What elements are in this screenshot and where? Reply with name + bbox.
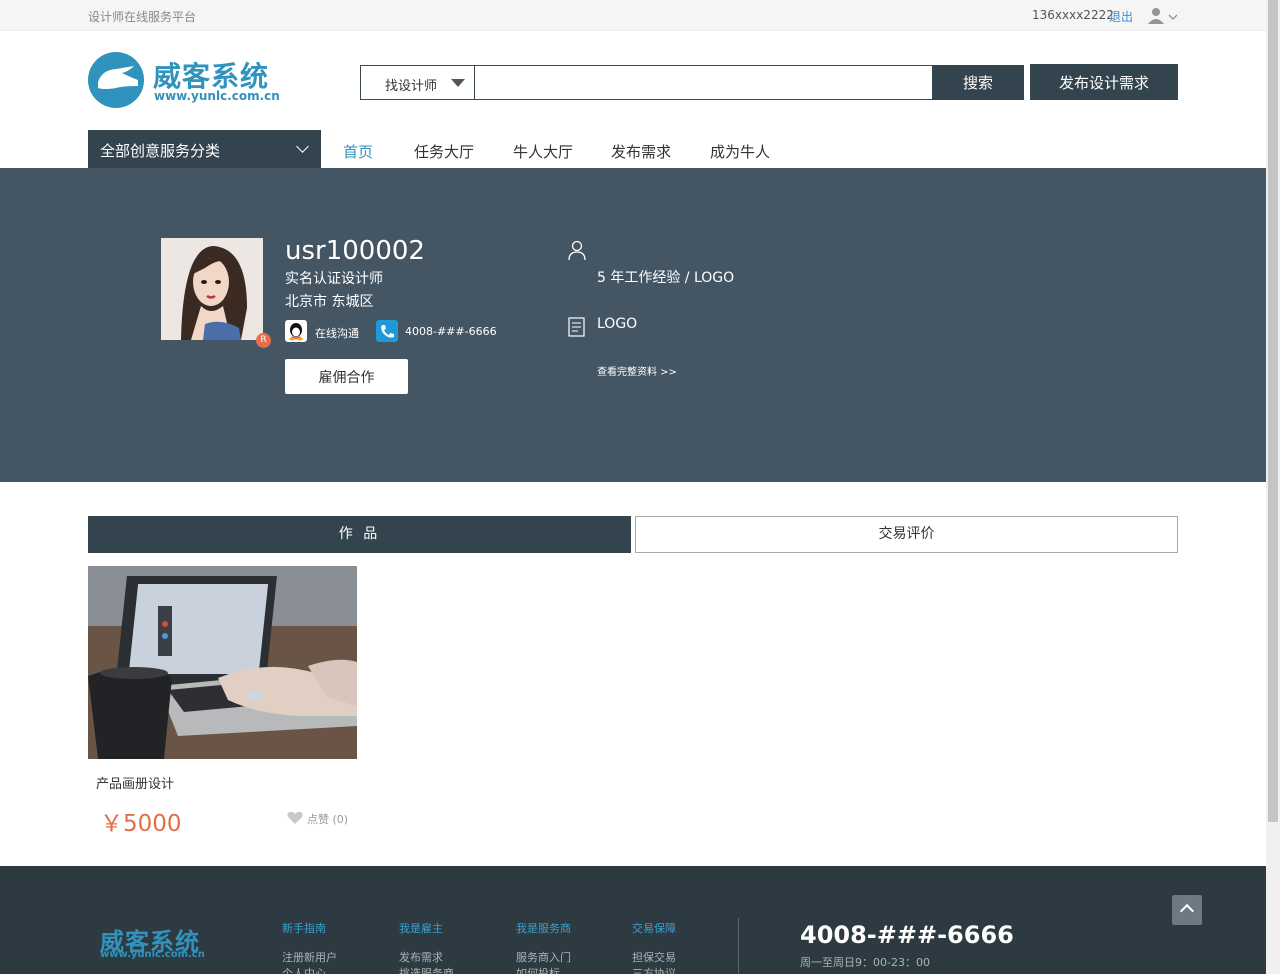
back-to-top-button[interactable] — [1172, 895, 1202, 925]
work-title[interactable]: 产品画册设计 — [96, 773, 174, 792]
search-input[interactable] — [475, 66, 931, 99]
footer-link-user-center[interactable]: 个人中心 — [282, 965, 326, 974]
person-icon — [568, 240, 586, 262]
site-logo[interactable]: 威客系统 www.yunlc.com.cn — [88, 52, 280, 110]
publish-design-button[interactable]: 发布设计需求 — [1030, 64, 1178, 100]
logout-link[interactable]: 退出 — [1109, 8, 1133, 25]
avatar — [161, 238, 263, 340]
full-profile-link[interactable]: 查看完整资料 >> — [597, 363, 677, 378]
nav-home[interactable]: 首页 — [343, 141, 373, 162]
category-menu[interactable]: 全部创意服务分类 — [88, 130, 321, 169]
nav-post-demand[interactable]: 发布需求 — [611, 141, 671, 162]
phone-icon — [376, 320, 398, 342]
search-type-select[interactable]: 找设计师 — [361, 66, 475, 99]
chevron-down-icon — [296, 140, 309, 153]
hire-button[interactable]: 雇佣合作 — [285, 359, 408, 394]
footer-hours: 周一至周日9：00-23：00 — [800, 956, 930, 969]
search-box: 找设计师 — [360, 65, 933, 100]
logo-domain: www.yunlc.com.cn — [154, 89, 280, 103]
user-menu-icon[interactable] — [1148, 7, 1180, 25]
work-price: ￥5000 — [100, 811, 182, 837]
search-type-label: 找设计师 — [385, 79, 438, 94]
nav-become-talent[interactable]: 成为牛人 — [710, 141, 770, 162]
footer-head-provider: 我是服务商 — [516, 922, 571, 935]
top-bar: 设计师在线服务平台 136xxxx2222 退出 — [0, 0, 1266, 31]
work-experience: 5 年工作经验 / LOGO — [597, 270, 735, 286]
contact-phone: 4008-###-6666 — [405, 325, 497, 338]
footer-head-guide: 新手指南 — [282, 922, 326, 935]
footer-divider — [738, 918, 739, 974]
like-count[interactable]: 点赞 (0) — [307, 811, 348, 827]
online-chat-link[interactable]: 在线沟通 — [315, 325, 359, 341]
profile-title: 实名认证设计师 — [285, 271, 383, 287]
dropdown-triangle-icon — [451, 79, 465, 87]
footer-link-register[interactable]: 注册新用户 — [282, 949, 337, 965]
footer-link-provider-intro[interactable]: 服务商入门 — [516, 949, 571, 965]
chevron-up-icon — [1179, 903, 1195, 919]
category-menu-label: 全部创意服务分类 — [100, 142, 221, 160]
nav-task-hall[interactable]: 任务大厅 — [414, 141, 474, 162]
footer-link-escrow[interactable]: 担保交易 — [632, 949, 676, 965]
user-phone: 136xxxx2222 — [1032, 8, 1114, 22]
footer-link-pick-provider[interactable]: 挑选服务商 — [399, 965, 454, 974]
footer-head-guarantee: 交易保障 — [632, 922, 676, 935]
document-icon — [568, 317, 586, 337]
footer-head-employer: 我是雇主 — [399, 922, 443, 935]
work-thumbnail[interactable] — [88, 566, 357, 759]
profile-city: 北京市 东城区 — [285, 294, 374, 310]
site-slogan: 设计师在线服务平台 — [88, 10, 197, 24]
tab-reviews[interactable]: 交易评价 — [635, 516, 1178, 553]
scrollbar-thumb[interactable] — [1268, 0, 1278, 822]
profile-username: usr100002 — [285, 236, 425, 266]
nav-talent-hall[interactable]: 牛人大厅 — [513, 141, 573, 162]
footer-domain: www.yunlc.com.cn — [100, 949, 205, 960]
footer-phone: 4008-###-6666 — [800, 921, 1014, 949]
search-button[interactable]: 搜索 — [932, 65, 1024, 100]
tab-works[interactable]: 作 品 — [88, 516, 631, 553]
heart-icon[interactable] — [287, 810, 303, 824]
footer-link-post-demand[interactable]: 发布需求 — [399, 949, 443, 965]
footer-link-how-to-bid[interactable]: 如何投标 — [516, 965, 560, 974]
logo-mark-icon — [88, 52, 144, 108]
qq-icon[interactable] — [285, 320, 307, 342]
verified-badge: R — [256, 333, 271, 348]
footer-link-agreement[interactable]: 三方协议 — [632, 965, 676, 974]
skill-tag: LOGO — [597, 316, 638, 332]
